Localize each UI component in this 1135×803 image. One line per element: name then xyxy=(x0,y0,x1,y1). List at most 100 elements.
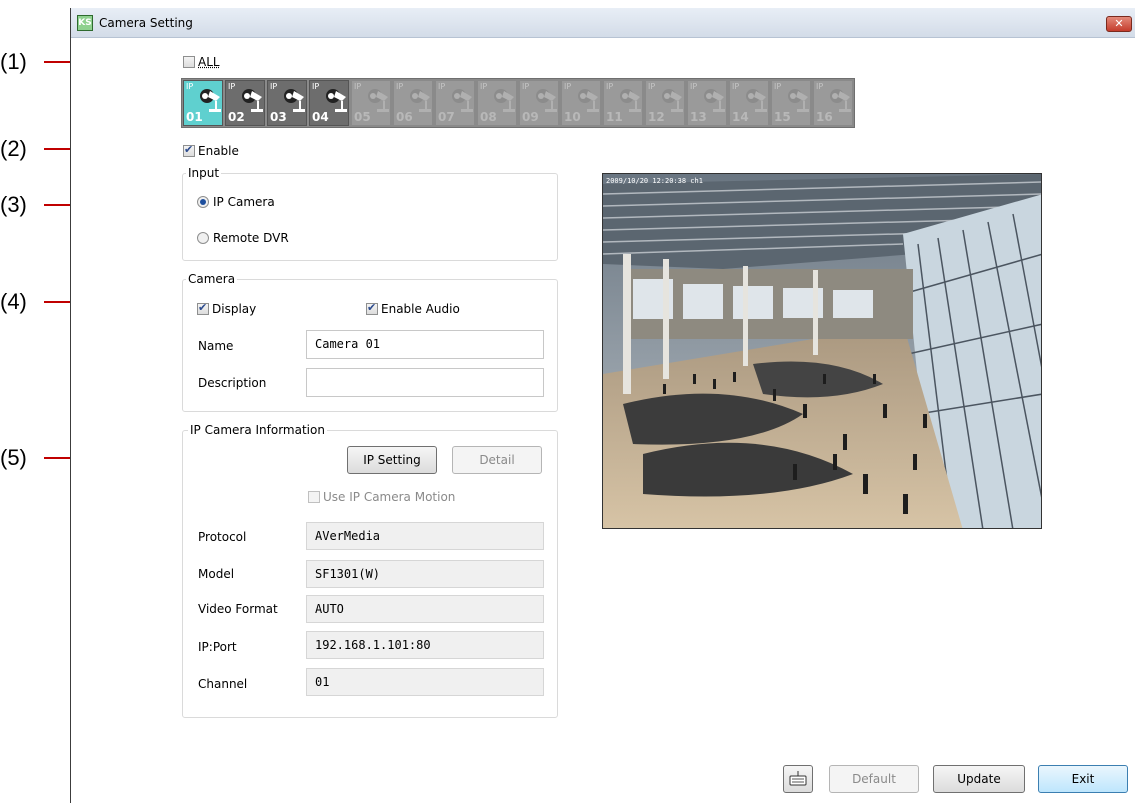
use-motion-checkbox[interactable] xyxy=(308,491,320,503)
camera-preview: 2009/10/20 12:20:38 ch1 xyxy=(602,173,1042,529)
camera-number: 06 xyxy=(396,110,413,124)
camera-tile-13[interactable]: IP 13 xyxy=(687,80,727,126)
ip-tag: IP xyxy=(438,82,446,91)
window-title: Camera Setting xyxy=(99,16,193,30)
camera-tile-09[interactable]: IP 09 xyxy=(519,80,559,126)
ip-tag: IP xyxy=(564,82,572,91)
model-field: SF1301(W) xyxy=(306,560,544,588)
keyboard-button[interactable] xyxy=(783,765,813,793)
use-motion-label[interactable]: Use IP Camera Motion xyxy=(323,490,455,504)
video-format-field: AUTO xyxy=(306,595,544,623)
camera-tile-12[interactable]: IP 12 xyxy=(645,80,685,126)
ip-tag: IP xyxy=(480,82,488,91)
camera-tile-05[interactable]: IP 05 xyxy=(351,80,391,126)
close-icon: ✕ xyxy=(1114,17,1124,30)
ip-tag: IP xyxy=(270,82,278,91)
camera-number: 07 xyxy=(438,110,455,124)
airport-terminal-image: 2009/10/20 12:20:38 ch1 xyxy=(603,174,1041,528)
title-bar[interactable]: KS Camera Setting ✕ xyxy=(71,8,1135,38)
ip-camera-info-title: IP Camera Information xyxy=(188,423,327,437)
description-label: Description xyxy=(198,376,267,390)
ip-setting-button[interactable]: IP Setting xyxy=(347,446,437,474)
all-checkbox-label[interactable]: ALL xyxy=(198,55,220,69)
camera-number: 09 xyxy=(522,110,539,124)
screenshot-root: (1) (2) (3) (4) (5) KS Camera Setting ✕ … xyxy=(0,0,1135,803)
app-icon: KS xyxy=(77,15,93,31)
enable-audio-label[interactable]: Enable Audio xyxy=(381,302,460,316)
camera-number: 02 xyxy=(228,110,245,124)
ip-tag: IP xyxy=(354,82,362,91)
ipport-label: IP:Port xyxy=(198,640,237,654)
enable-label[interactable]: Enable xyxy=(198,144,239,158)
camera-tile-15[interactable]: IP 15 xyxy=(771,80,811,126)
camera-group-title: Camera xyxy=(186,272,238,286)
model-label: Model xyxy=(198,567,235,581)
input-group-title: Input xyxy=(186,166,222,180)
camera-tile-06[interactable]: IP 06 xyxy=(393,80,433,126)
camera-tile-04[interactable]: IP 04 xyxy=(309,80,349,126)
ip-tag: IP xyxy=(396,82,404,91)
video-format-label: Video Format xyxy=(198,602,278,616)
callout-label: (1) xyxy=(0,49,27,74)
camera-number: 14 xyxy=(732,110,749,124)
camera-setting-window: KS Camera Setting ✕ ALL IP 01 IP 02 IP 03 IP 04… xyxy=(70,8,1135,803)
preview-timestamp: 2009/10/20 12:20:38 ch1 xyxy=(606,177,703,185)
enable-audio-checkbox[interactable] xyxy=(366,301,378,315)
camera-number: 05 xyxy=(354,110,371,124)
channel-label: Channel xyxy=(198,677,248,691)
camera-tile-07[interactable]: IP 07 xyxy=(435,80,475,126)
ip-camera-label[interactable]: IP Camera xyxy=(213,195,275,209)
callout-label: (4) xyxy=(0,289,27,314)
name-input[interactable]: Camera 01 xyxy=(306,330,544,359)
camera-tile-03[interactable]: IP 03 xyxy=(267,80,307,126)
camera-number: 11 xyxy=(606,110,623,124)
remote-dvr-radio[interactable] xyxy=(197,232,209,244)
input-group xyxy=(182,173,558,261)
camera-tile-08[interactable]: IP 08 xyxy=(477,80,517,126)
ip-tag: IP xyxy=(606,82,614,91)
camera-tile-02[interactable]: IP 02 xyxy=(225,80,265,126)
exit-button[interactable]: Exit xyxy=(1038,765,1128,793)
camera-number: 01 xyxy=(186,110,203,124)
ip-tag: IP xyxy=(312,82,320,91)
enable-checkbox[interactable] xyxy=(183,143,195,157)
camera-number: 16 xyxy=(816,110,833,124)
ip-tag: IP xyxy=(186,82,194,91)
camera-number: 04 xyxy=(312,110,329,124)
camera-tile-01[interactable]: IP 01 xyxy=(183,80,223,126)
default-button[interactable]: Default xyxy=(829,765,919,793)
ipport-field: 192.168.1.101:80 xyxy=(306,631,544,659)
display-checkbox[interactable] xyxy=(197,301,209,315)
protocol-label: Protocol xyxy=(198,530,247,544)
all-checkbox[interactable] xyxy=(183,56,195,68)
camera-tile-16[interactable]: IP 16 xyxy=(813,80,853,126)
camera-tile-11[interactable]: IP 11 xyxy=(603,80,643,126)
description-input[interactable] xyxy=(306,368,544,397)
camera-tile-14[interactable]: IP 14 xyxy=(729,80,769,126)
camera-number: 13 xyxy=(690,110,707,124)
camera-number: 10 xyxy=(564,110,581,124)
ip-tag: IP xyxy=(690,82,698,91)
ip-tag: IP xyxy=(228,82,236,91)
camera-number: 12 xyxy=(648,110,665,124)
update-button[interactable]: Update xyxy=(933,765,1025,793)
keyboard-icon xyxy=(789,771,807,786)
display-label[interactable]: Display xyxy=(212,302,256,316)
camera-tile-10[interactable]: IP 10 xyxy=(561,80,601,126)
remote-dvr-label[interactable]: Remote DVR xyxy=(213,231,289,245)
callout-label: (2) xyxy=(0,136,27,161)
callout-label: (3) xyxy=(0,192,27,217)
protocol-field: AVerMedia xyxy=(306,522,544,550)
name-label: Name xyxy=(198,339,234,353)
channel-field: 01 xyxy=(306,668,544,696)
camera-number: 03 xyxy=(270,110,287,124)
ip-tag: IP xyxy=(774,82,782,91)
ip-tag: IP xyxy=(732,82,740,91)
camera-number: 08 xyxy=(480,110,497,124)
ip-tag: IP xyxy=(816,82,824,91)
detail-button[interactable]: Detail xyxy=(452,446,542,474)
ip-camera-radio[interactable] xyxy=(197,196,209,208)
ip-tag: IP xyxy=(522,82,530,91)
ip-tag: IP xyxy=(648,82,656,91)
close-button[interactable]: ✕ xyxy=(1106,16,1132,32)
